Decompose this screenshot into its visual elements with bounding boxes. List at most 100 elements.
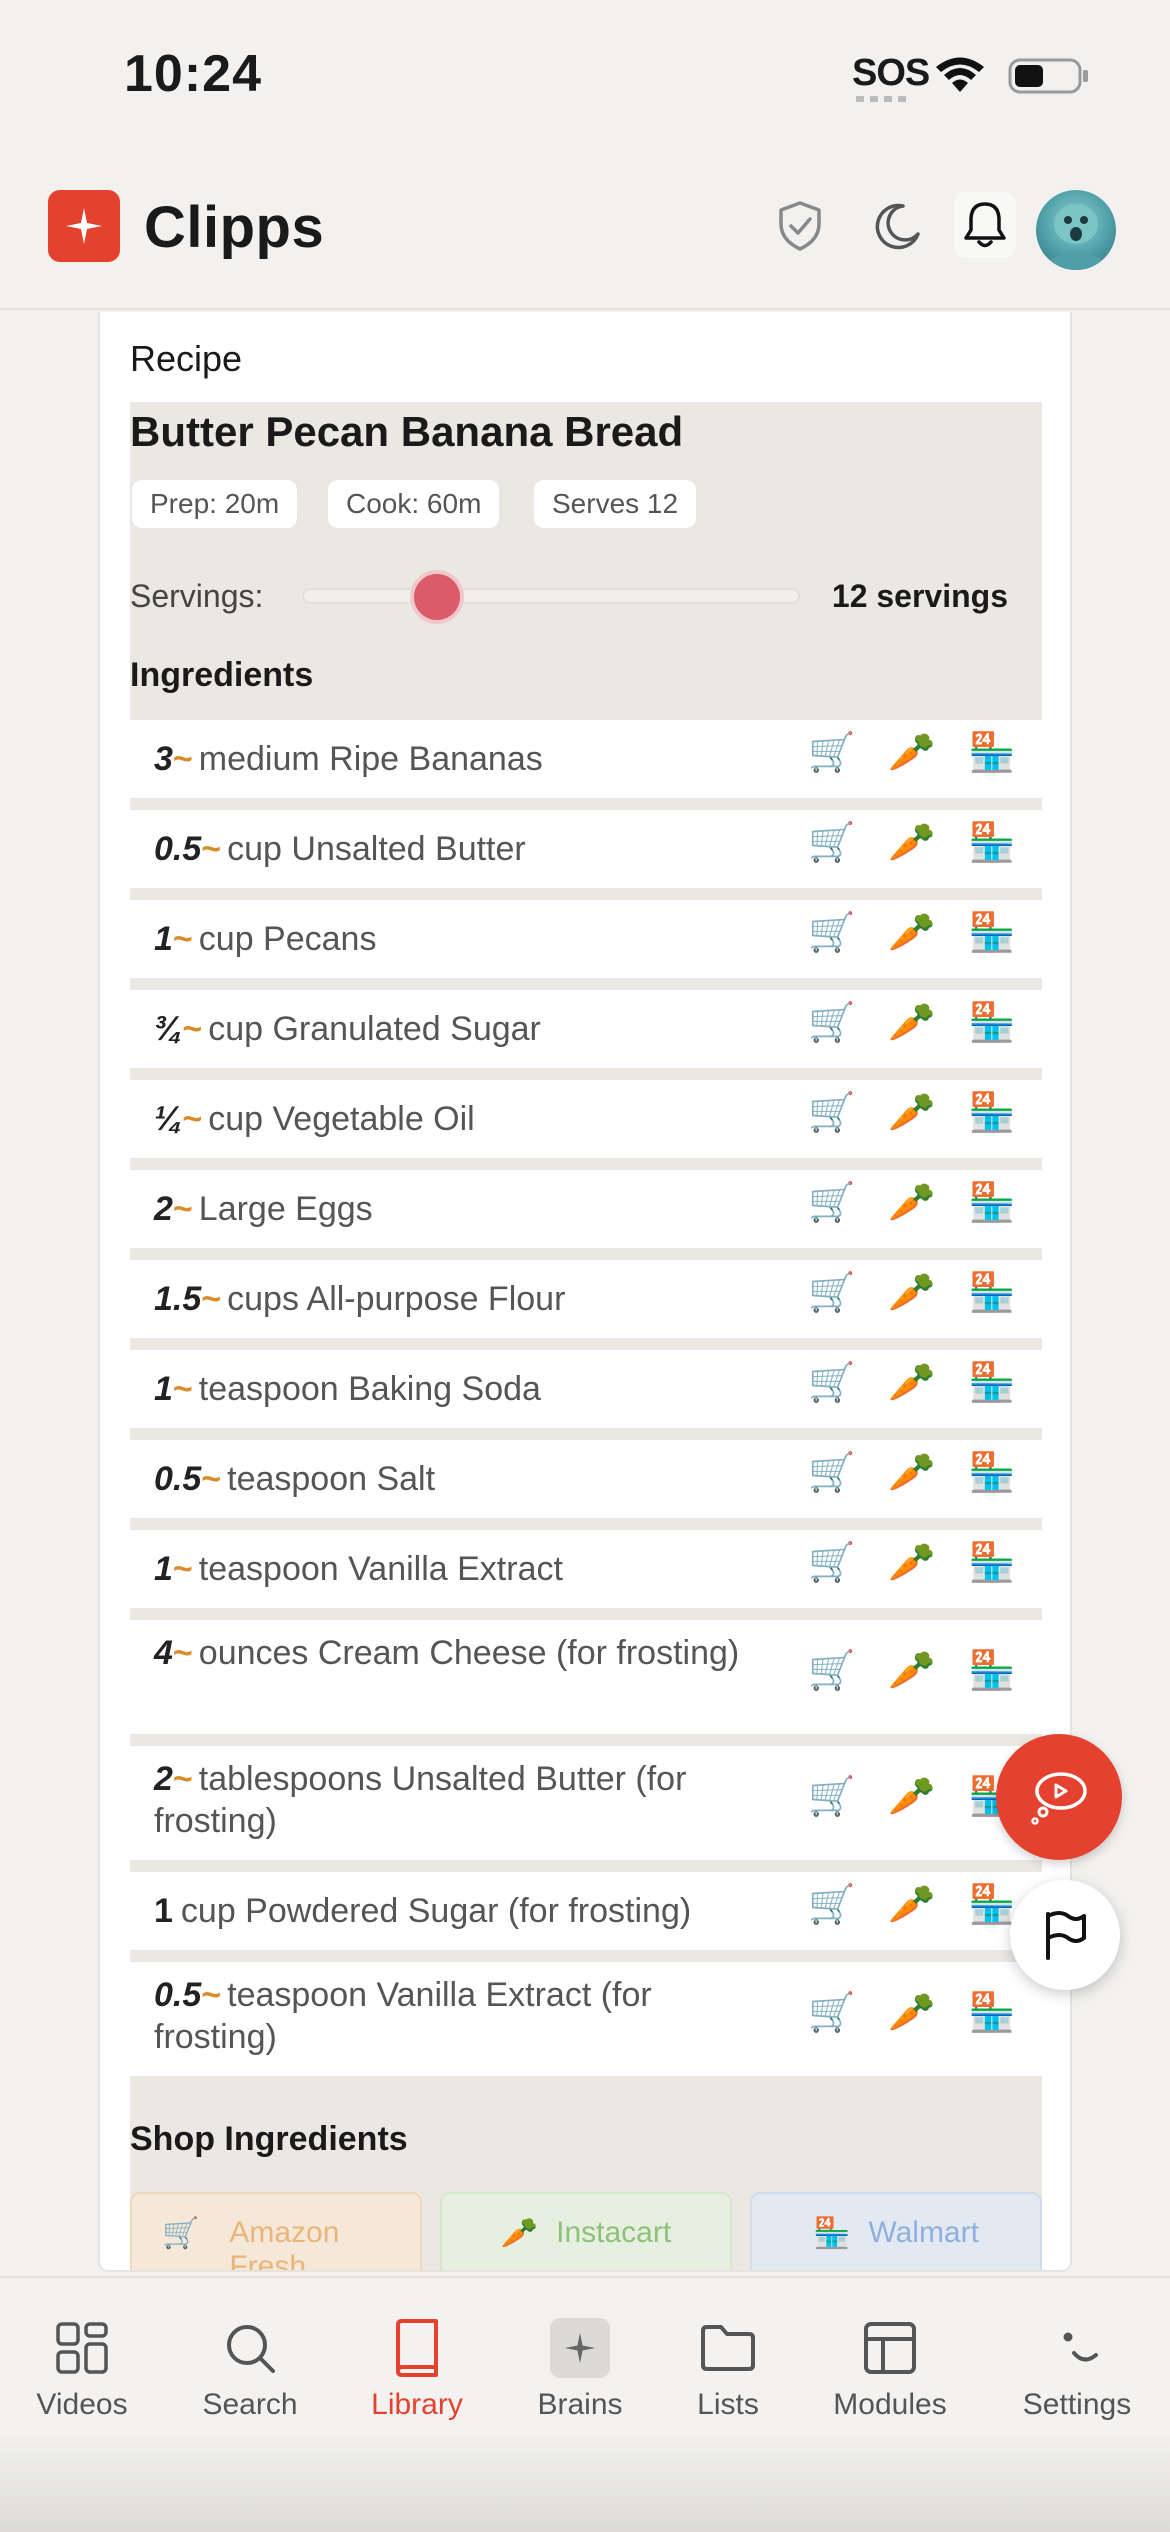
recipe-header-panel: Butter Pecan Banana Bread Prep: 20m Cook… xyxy=(130,402,1042,720)
cart-icon[interactable]: 🛒 xyxy=(808,1991,855,2035)
ingredient-text: 0.5~ teaspoon Vanilla Extract (for frosti… xyxy=(154,1974,754,2058)
cart-icon[interactable]: 🛒 xyxy=(808,1883,855,1927)
store-icon[interactable]: 🏪 xyxy=(968,1451,1015,1495)
amazon-fresh-button[interactable]: 🛒 Amazon Fresh xyxy=(130,2192,422,2270)
chat-bubble-button[interactable] xyxy=(996,1734,1122,1860)
ingredients-list: 3~ medium Ripe Bananas 🛒 🥕 🏪 0.5~ cup Unsalted… xyxy=(130,720,1042,2088)
ingredient-text: 1~ cup Pecans xyxy=(154,918,754,960)
cart-icon[interactable]: 🛒 xyxy=(808,911,855,955)
nav-search[interactable]: Search xyxy=(170,2318,330,2422)
ingredient-actions: 🛒 🥕 🏪 xyxy=(808,1649,1015,1693)
carrot-icon[interactable]: 🥕 xyxy=(888,1091,935,1135)
ingredient-quantity: 0.5 xyxy=(154,1976,202,2014)
bell-icon[interactable] xyxy=(954,192,1016,258)
ingredient-actions: 🛒 🥕 🏪 xyxy=(808,1541,1015,1585)
carrot-icon[interactable]: 🥕 xyxy=(888,1181,935,1225)
carrot-icon[interactable]: 🥕 xyxy=(888,911,935,955)
shield-icon[interactable] xyxy=(770,196,830,256)
carrot-icon[interactable]: 🥕 xyxy=(888,1271,935,1315)
store-icon[interactable]: 🏪 xyxy=(968,1883,1015,1927)
cart-icon: 🛒 xyxy=(162,2217,200,2250)
cart-icon[interactable]: 🛒 xyxy=(808,1271,855,1315)
nav-lists[interactable]: Lists xyxy=(648,2318,808,2422)
ingredient-row: 2~ Large Eggs 🛒 🥕 🏪 xyxy=(130,1170,1042,1260)
store-icon[interactable]: 🏪 xyxy=(968,911,1015,955)
carrot-icon[interactable]: 🥕 xyxy=(888,1361,935,1405)
ingredient-quantity: 0.5 xyxy=(154,830,202,868)
ingredient-row: 1~ teaspoon Vanilla Extract 🛒 🥕 🏪 xyxy=(130,1530,1042,1620)
approx-marker: ~ xyxy=(182,1010,203,1048)
store-icon[interactable]: 🏪 xyxy=(968,1001,1015,1045)
sos-dots xyxy=(856,96,912,102)
nav-brains[interactable]: Brains xyxy=(500,2318,660,2422)
carrot-icon[interactable]: 🥕 xyxy=(888,821,935,865)
ingredient-actions: 🛒 🥕 🏪 xyxy=(808,731,1015,775)
cart-icon[interactable]: 🛒 xyxy=(808,1001,855,1045)
store-icon[interactable]: 🏪 xyxy=(968,821,1015,865)
carrot-icon[interactable]: 🥕 xyxy=(888,1541,935,1585)
cart-icon[interactable]: 🛒 xyxy=(808,1361,855,1405)
cart-icon[interactable]: 🛒 xyxy=(808,1181,855,1225)
carrot-icon[interactable]: 🥕 xyxy=(888,1991,935,2035)
store-icon[interactable]: 🏪 xyxy=(968,1991,1015,2035)
cart-icon[interactable]: 🛒 xyxy=(808,731,855,775)
ingredient-name: teaspoon Salt xyxy=(227,1460,436,1498)
moon-icon[interactable] xyxy=(868,196,928,256)
ingredient-quantity: 3 xyxy=(154,740,173,778)
store-icon[interactable]: 🏪 xyxy=(968,1361,1015,1405)
book-icon xyxy=(387,2318,447,2378)
ingredient-text: 0.5~ cup Unsalted Butter xyxy=(154,828,754,870)
ingredient-actions: 🛒 🥕 🏪 xyxy=(808,1775,1015,1819)
cart-icon[interactable]: 🛒 xyxy=(808,1649,855,1693)
ingredient-row: 2~ tablespoons Unsalted Butter (for frost… xyxy=(130,1746,1042,1872)
ingredient-quantity: ¼ xyxy=(154,1100,183,1138)
sparkle-icon xyxy=(550,2318,610,2378)
carrot-icon[interactable]: 🥕 xyxy=(888,1451,935,1495)
nav-settings[interactable]: Settings xyxy=(997,2318,1157,2422)
ingredient-name: cup Granulated Sugar xyxy=(208,1010,541,1048)
thought-bubble-icon xyxy=(1031,1772,1087,1825)
ingredient-text: 1.5~ cups All-purpose Flour xyxy=(154,1278,754,1320)
app-logo[interactable] xyxy=(48,190,120,262)
ingredient-text: ¼~ cup Vegetable Oil xyxy=(154,1098,754,1140)
approx-marker: ~ xyxy=(201,1280,222,1318)
walmart-button[interactable]: 🏪 Walmart xyxy=(750,2192,1042,2270)
carrot-icon[interactable]: 🥕 xyxy=(888,731,935,775)
flag-button[interactable] xyxy=(1010,1880,1120,1990)
store-icon[interactable]: 🏪 xyxy=(968,1541,1015,1585)
ingredient-name: teaspoon Vanilla Extract (for frosting) xyxy=(154,1976,652,2056)
ingredient-row: 1~ teaspoon Baking Soda 🛒 🥕 🏪 xyxy=(130,1350,1042,1440)
carrot-icon[interactable]: 🥕 xyxy=(888,1883,935,1927)
store-icon[interactable]: 🏪 xyxy=(968,1091,1015,1135)
carrot-icon[interactable]: 🥕 xyxy=(888,1001,935,1045)
cart-icon[interactable]: 🛒 xyxy=(808,1775,855,1819)
section-label: Recipe xyxy=(130,338,243,379)
cart-icon[interactable]: 🛒 xyxy=(808,1541,855,1585)
nav-videos[interactable]: Videos xyxy=(2,2318,162,2422)
cart-icon[interactable]: 🛒 xyxy=(808,1091,855,1135)
ingredient-name: teaspoon Baking Soda xyxy=(198,1370,541,1408)
slider-thumb[interactable] xyxy=(410,570,465,624)
ingredient-actions: 🛒 🥕 🏪 xyxy=(808,911,1015,955)
servings-slider[interactable] xyxy=(302,570,800,624)
avatar[interactable] xyxy=(1036,190,1116,270)
ingredient-row: 1~ cup Pecans 🛒 🥕 🏪 xyxy=(130,900,1042,990)
carrot-icon: 🥕 xyxy=(500,2217,539,2250)
recipe-card: Recipe Butter Pecan Banana Bread Prep: 2… xyxy=(98,312,1072,2272)
carrot-icon[interactable]: 🥕 xyxy=(888,1775,935,1819)
ingredient-text: 2~ tablespoons Unsalted Butter (for frost… xyxy=(154,1758,754,1842)
approx-marker: ~ xyxy=(172,1634,193,1672)
ingredient-name: Large Eggs xyxy=(198,1190,373,1228)
cart-icon[interactable]: 🛒 xyxy=(808,1451,855,1495)
store-icon[interactable]: 🏪 xyxy=(968,731,1015,775)
nav-library[interactable]: Library xyxy=(337,2318,497,2422)
store-icon[interactable]: 🏪 xyxy=(968,1181,1015,1225)
instacart-button[interactable]: 🥕 Instacart xyxy=(440,2192,732,2270)
nav-modules[interactable]: Modules xyxy=(810,2318,970,2422)
shop-panel: Shop Ingredients 🛒 Amazon Fresh 🥕 Instac… xyxy=(130,2084,1042,2270)
store-icon[interactable]: 🏪 xyxy=(968,1271,1015,1315)
store-icon[interactable]: 🏪 xyxy=(968,1649,1015,1693)
ingredient-quantity: 2 xyxy=(154,1760,173,1798)
carrot-icon[interactable]: 🥕 xyxy=(888,1649,935,1693)
cart-icon[interactable]: 🛒 xyxy=(808,821,855,865)
